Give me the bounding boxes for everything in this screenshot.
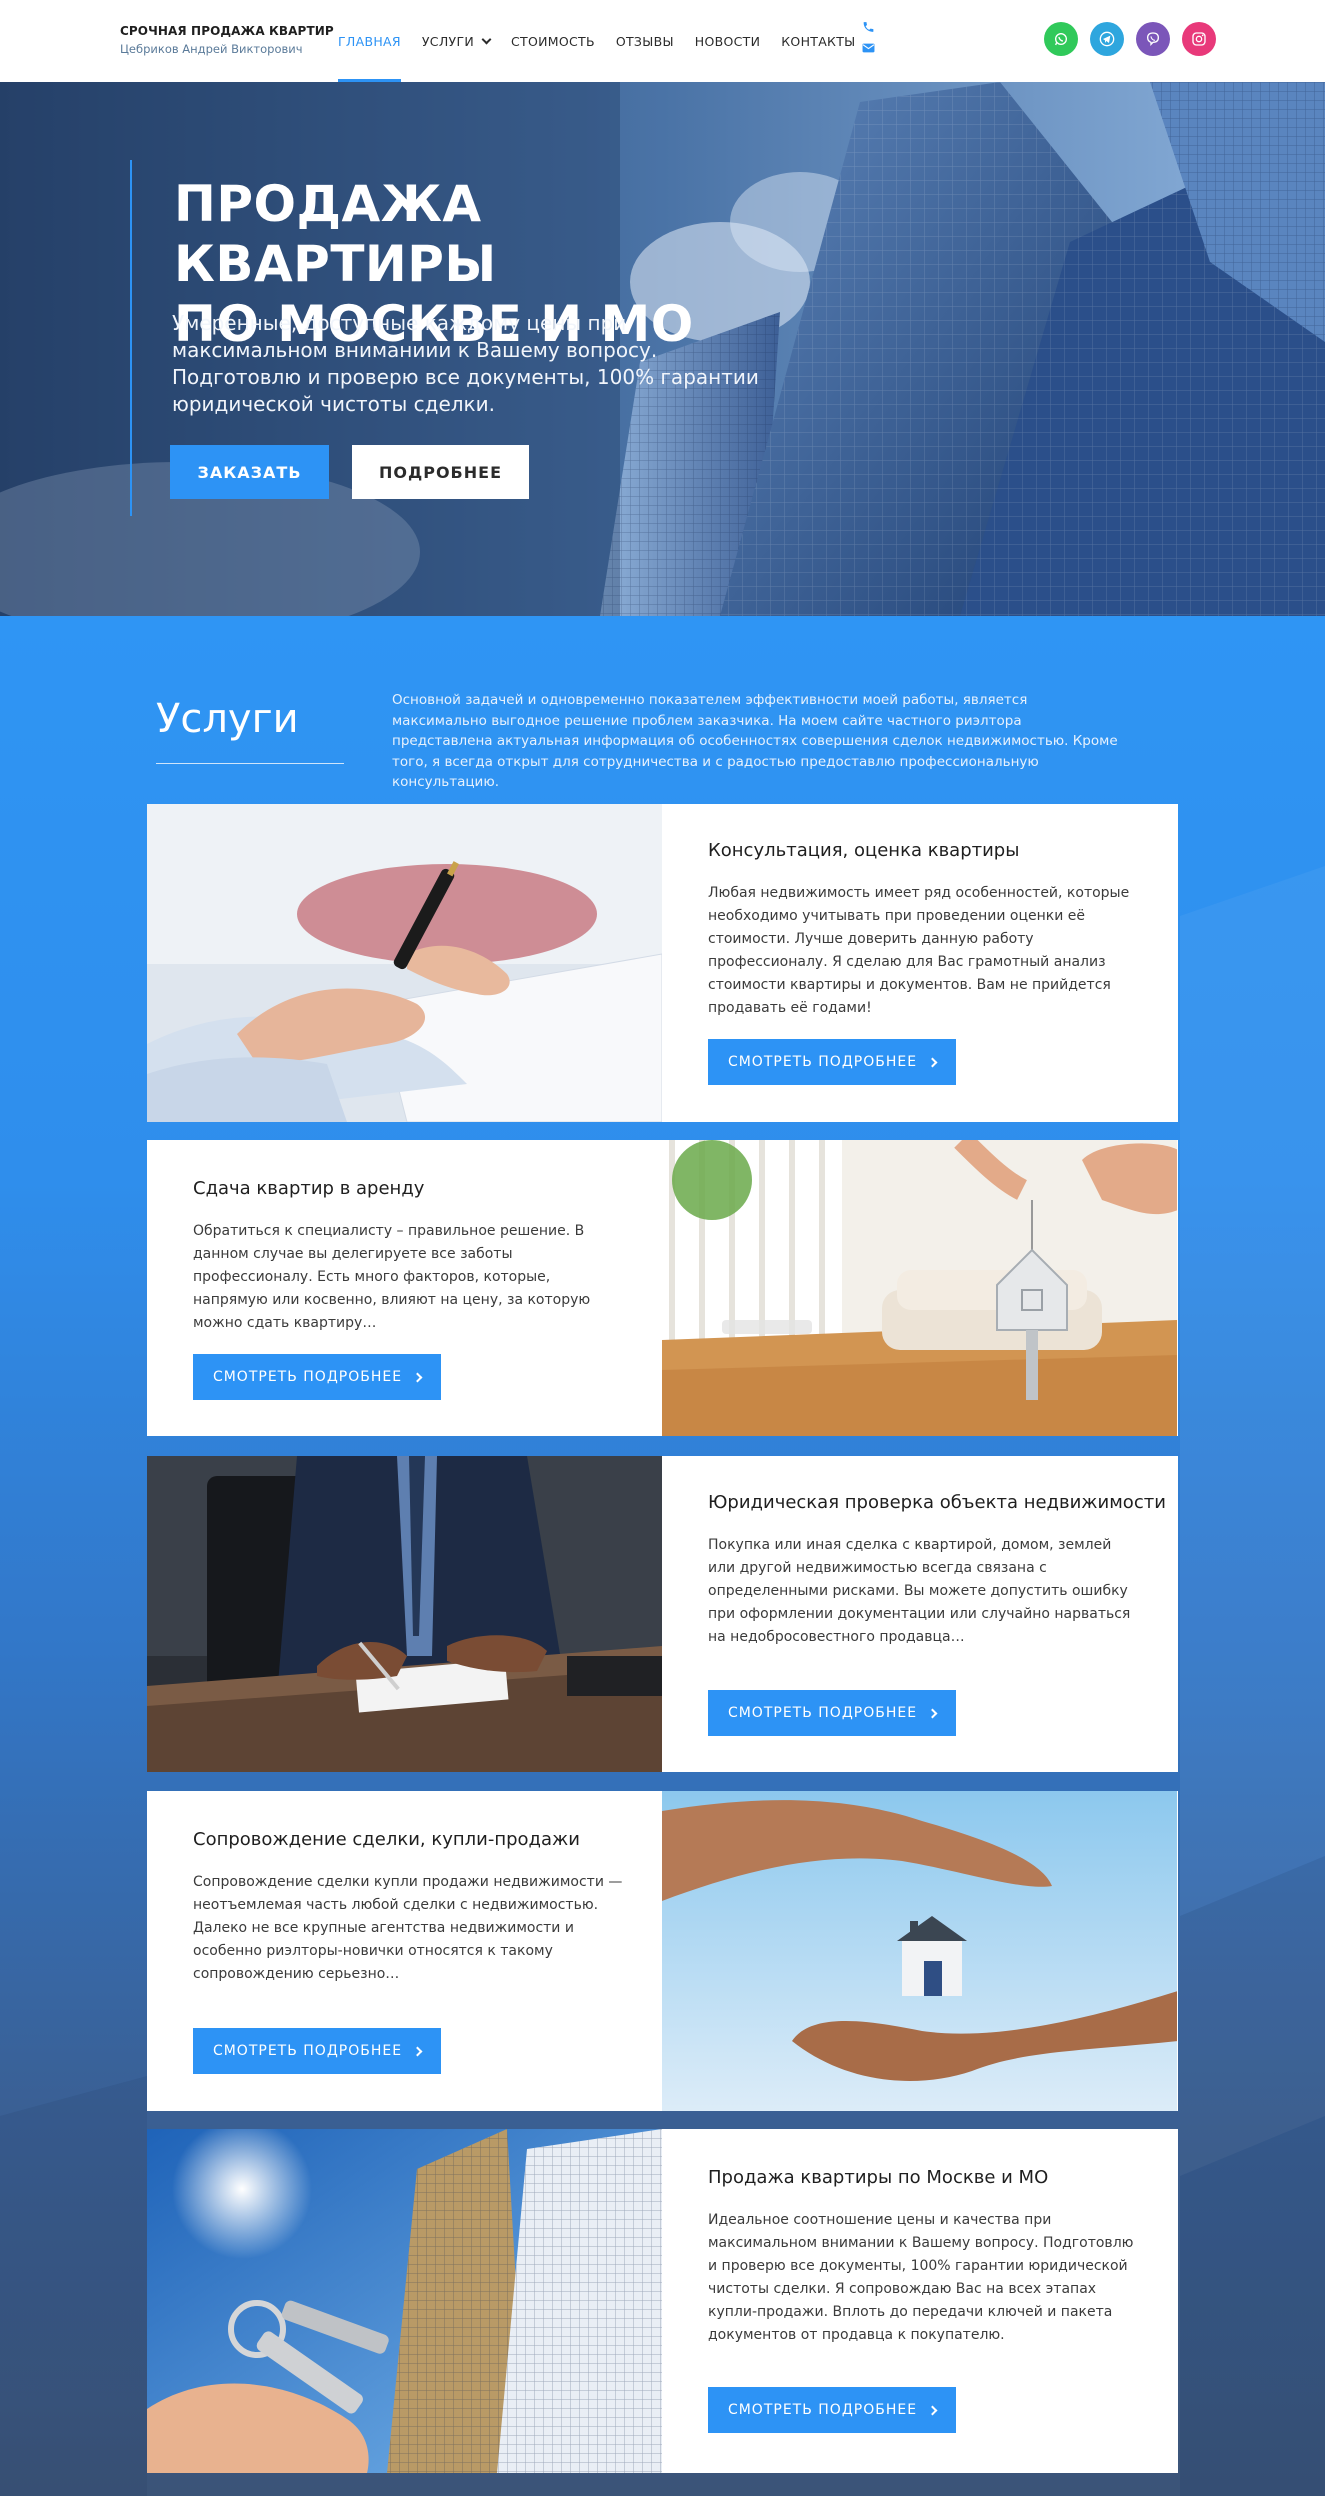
chevron-right-icon[interactable] [927, 1057, 938, 1067]
service-card: Сопровождение сделки, купли-продажи Сопр… [147, 1791, 1178, 2111]
nav-item-contacts[interactable]: КОНТАКТЫ [781, 0, 855, 82]
chevron-right-icon[interactable] [412, 1372, 423, 1382]
order-button[interactable]: ЗАКАЗАТЬ [170, 445, 329, 499]
service-image-consultation [147, 804, 662, 1122]
service-card: Продажа квартиры по Москве и МО Идеально… [147, 2129, 1178, 2473]
nav-item-news[interactable]: НОВОСТИ [695, 0, 760, 82]
service-more-button[interactable]: СМОТРЕТЬ ПОДРОБНЕЕ [193, 1354, 441, 1400]
site-header: СРОЧНАЯ ПРОДАЖА КВАРТИР Цебриков Андрей … [0, 0, 1325, 82]
nav-item-pricing[interactable]: СТОИМОСТЬ [511, 0, 595, 82]
hero-accent-line [130, 160, 132, 516]
service-more-button[interactable]: СМОТРЕТЬ ПОДРОБНЕЕ [708, 1690, 956, 1736]
service-card-text: Идеальное соотношение цены и качества пр… [708, 2212, 1134, 2343]
chevron-right-icon[interactable] [412, 2046, 423, 2056]
viber-icon[interactable] [1136, 22, 1170, 56]
phone-icon[interactable] [860, 20, 876, 40]
service-more-button[interactable]: СМОТРЕТЬ ПОДРОБНЕЕ [708, 2387, 956, 2433]
service-more-button-label[interactable]: СМОТРЕТЬ ПОДРОБНЕЕ [213, 1369, 402, 1385]
hero-description: Умеренные, доступные каждому цены при ма… [172, 311, 759, 416]
service-more-button[interactable]: СМОТРЕТЬ ПОДРОБНЕЕ [708, 1039, 956, 1085]
service-card-title: Сопровождение сделки, купли-продажи [193, 1829, 580, 1850]
service-image-rent [662, 1140, 1177, 1436]
more-button[interactable]: ПОДРОБНЕЕ [352, 445, 529, 499]
services-description: Основной задачей и одновременно показате… [392, 692, 1118, 790]
service-card-text: Обратиться к специалисту – правильное ре… [193, 1223, 591, 1331]
service-card: Юридическая проверка объекта недвижимост… [147, 1456, 1178, 1772]
service-more-button-label[interactable]: СМОТРЕТЬ ПОДРОБНЕЕ [728, 1054, 917, 1070]
instagram-icon[interactable] [1182, 22, 1216, 56]
service-card-body: Сдача квартир в аренду Обратиться к спец… [147, 1140, 663, 1436]
hero-slider: ПРОДАЖА КВАРТИРЫ ПО МОСКВЕ И МО Умеренны… [0, 82, 1325, 616]
service-more-button[interactable]: СМОТРЕТЬ ПОДРОБНЕЕ [193, 2028, 441, 2074]
service-card: Сдача квартир в аренду Обратиться к спец… [147, 1140, 1178, 1436]
chevron-right-icon[interactable] [927, 1708, 938, 1718]
envelope-icon[interactable] [860, 40, 876, 60]
service-card-body: Продажа квартиры по Москве и МО Идеально… [662, 2129, 1178, 2473]
services-section: Услуги Основной задачей и одновременно п… [0, 616, 1325, 2496]
nav-item-services-label[interactable]: УСЛУГИ [422, 34, 474, 49]
service-card-text: Сопровождение сделки купли продажи недви… [193, 1874, 623, 1982]
nav-item-services[interactable]: УСЛУГИ [422, 0, 492, 82]
brand-subtitle: Цебриков Андрей Викторович [120, 42, 303, 56]
service-more-button-label[interactable]: СМОТРЕТЬ ПОДРОБНЕЕ [728, 1705, 917, 1721]
service-card-body: Сопровождение сделки, купли-продажи Сопр… [147, 1791, 663, 2111]
service-card-body: Юридическая проверка объекта недвижимост… [662, 1456, 1178, 1772]
services-title-underline [156, 763, 344, 764]
telegram-icon[interactable] [1090, 22, 1124, 56]
service-card-body: Консультация, оценка квартиры Любая недв… [662, 804, 1178, 1122]
main-nav: ГЛАВНАЯ УСЛУГИ СТОИМОСТЬ ОТЗЫВЫ НОВОСТИ … [338, 0, 877, 82]
nav-item-reviews[interactable]: ОТЗЫВЫ [616, 0, 674, 82]
service-card-title: Сдача квартир в аренду [193, 1178, 425, 1199]
brand-logo[interactable]: СРОЧНАЯ ПРОДАЖА КВАРТИР Цебриков Андрей … [120, 24, 334, 56]
hero-title-line-1: ПРОДАЖА КВАРТИРЫ [174, 175, 497, 293]
service-card: Консультация, оценка квартиры Любая недв… [147, 804, 1178, 1122]
service-more-button-label[interactable]: СМОТРЕТЬ ПОДРОБНЕЕ [213, 2043, 402, 2059]
contact-icons [860, 20, 876, 60]
service-card-title: Консультация, оценка квартиры [708, 840, 1020, 861]
nav-item-home[interactable]: ГЛАВНАЯ [338, 0, 401, 82]
service-image-apartment-sale [147, 2129, 662, 2473]
brand-title[interactable]: СРОЧНАЯ ПРОДАЖА КВАРТИР [120, 24, 334, 38]
service-card-text: Любая недвижимость имеет ряд особенносте… [708, 885, 1130, 1016]
services-title: Услуги [156, 696, 299, 742]
service-card-title: Юридическая проверка объекта недвижимост… [708, 1492, 1166, 1513]
social-links [1044, 22, 1228, 56]
chevron-right-icon[interactable] [927, 2405, 938, 2415]
service-more-button-label[interactable]: СМОТРЕТЬ ПОДРОБНЕЕ [728, 2402, 917, 2418]
service-card-text: Покупка или иная сделка с квартирой, дом… [708, 1537, 1131, 1645]
service-image-deal-support [662, 1791, 1177, 2111]
whatsapp-icon[interactable] [1044, 22, 1078, 56]
chevron-down-icon[interactable] [481, 34, 492, 44]
service-card-title: Продажа квартиры по Москве и МО [708, 2167, 1049, 2188]
service-image-legal-check [147, 1456, 662, 1772]
